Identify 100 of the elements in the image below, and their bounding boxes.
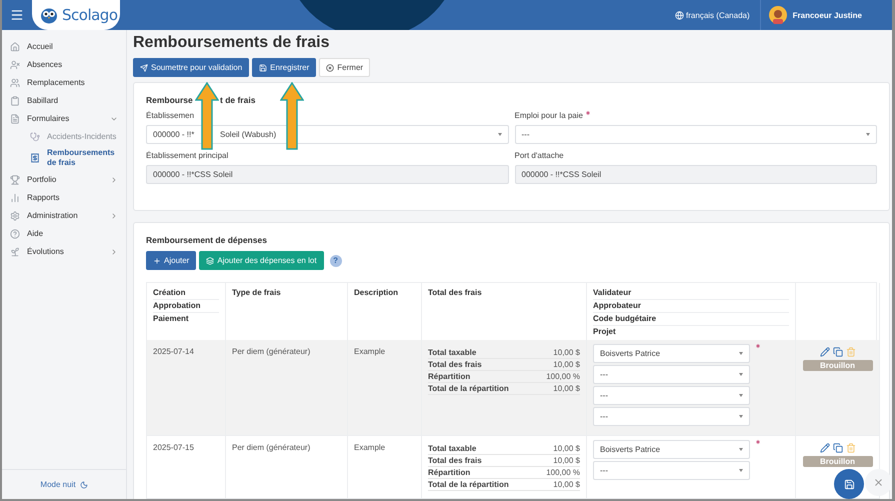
save-icon (844, 478, 854, 490)
user-menu[interactable]: Francoeur Justine (760, 6, 892, 24)
home-icon (10, 42, 20, 52)
field-value: Soleil (Wabush) (220, 130, 276, 139)
total-value: 10,00 $ (553, 360, 580, 369)
field-label: Emploi pour la paie (514, 111, 583, 120)
section-title: Rembourse (146, 95, 193, 105)
column-header: Total des frais (428, 287, 483, 299)
table-cell: Per diem (générateur) (232, 347, 310, 356)
copy-icon[interactable] (832, 347, 842, 357)
column-header: Code budgétaire (593, 313, 789, 326)
toolbar-button[interactable]: Soumettre pour validation (133, 58, 250, 77)
toolbar-button[interactable]: Fermer (319, 58, 370, 77)
chevron-right-icon (110, 212, 118, 220)
settings-icon (10, 211, 20, 221)
up-arrow-icon (280, 82, 304, 150)
user-icon (10, 60, 20, 70)
sidebar-item[interactable]: Remplacements (2, 74, 126, 92)
save-icon (259, 64, 268, 72)
sidebar-item[interactable]: Babillard (2, 92, 126, 110)
status-badge: Brouillon (802, 360, 872, 371)
page-title: Remboursements de frais (133, 34, 331, 52)
total-label: Total taxable (428, 444, 476, 453)
receipt-icon (30, 153, 40, 163)
up-arrow-icon (195, 82, 219, 150)
select-field[interactable]: --- (593, 461, 750, 480)
document-icon (10, 114, 20, 124)
sidebar-item[interactable]: Évolutions (2, 243, 126, 261)
total-value: 100,00 % (546, 372, 580, 381)
table-cell: 2025-07-15 (153, 443, 194, 452)
toolbar-button[interactable]: Enregistrer (252, 58, 316, 77)
chevron-down-icon (110, 115, 118, 123)
readonly-field: 000000 - !!*CSS Soleil (514, 165, 877, 184)
close-icon (326, 64, 334, 72)
total-value: 10,00 $ (553, 480, 580, 489)
users-icon (10, 78, 20, 88)
chevron-right-icon (110, 248, 118, 256)
chart-icon (10, 193, 20, 203)
chevron-right-icon (110, 176, 118, 184)
sidebar-item[interactable]: Rapports (2, 189, 126, 207)
total-value: 10,00 $ (553, 456, 580, 465)
total-value: 10,00 $ (553, 348, 580, 357)
copy-icon[interactable] (832, 443, 842, 453)
table-cell: 2025-07-14 (153, 347, 194, 356)
sidebar-item[interactable]: Aide (2, 225, 126, 243)
select-field[interactable]: --- (593, 407, 750, 426)
plus-icon (153, 256, 161, 264)
edit-icon[interactable] (820, 347, 830, 357)
table-cell: Example (354, 443, 386, 452)
add-button[interactable]: Ajouter (146, 251, 196, 270)
stethoscope-icon (30, 132, 40, 142)
language-selector[interactable]: français (Canada) (665, 0, 761, 30)
select-field[interactable]: 000000 - !!* Soleil (Wabush) (146, 125, 508, 144)
total-value: 100,00 % (546, 468, 580, 477)
moon-icon (80, 480, 88, 488)
brand-name: Scolago (62, 6, 118, 24)
table-cell: Per diem (générateur) (232, 443, 310, 452)
select-field[interactable]: Boisverts Patrice (593, 344, 750, 363)
column-header: Type de frais (232, 287, 282, 299)
clipboard-icon (10, 96, 20, 106)
select-field[interactable]: --- (593, 365, 750, 384)
column-header: Description (354, 287, 400, 299)
total-label: Total de la répartition (428, 384, 509, 393)
column-header: Validateur (593, 287, 789, 300)
edit-icon[interactable] (820, 443, 830, 453)
column-header: Création (153, 287, 219, 300)
total-label: Total de la répartition (428, 480, 509, 489)
total-label: Répartition (428, 468, 470, 477)
sidebar-item[interactable]: Administration (2, 207, 126, 225)
status-badge: Brouillon (802, 456, 872, 467)
column-header: Approbateur (593, 300, 789, 313)
section-title: t de frais (220, 95, 256, 105)
sidebar-subitem[interactable]: Remboursements de frais (2, 145, 126, 171)
field-label: Établissemen (146, 111, 194, 120)
total-value: 10,00 $ (553, 384, 580, 393)
column-header: Projet (593, 326, 617, 338)
total-label: Total taxable (428, 348, 476, 357)
avatar-icon (768, 6, 787, 24)
section-title: Remboursement de dépenses (146, 235, 268, 245)
sidebar-item[interactable]: Accueil (2, 38, 126, 56)
table-cell: Example (354, 347, 386, 356)
owl-icon (40, 6, 58, 24)
night-mode-toggle[interactable]: Mode nuit (2, 469, 126, 499)
help-icon (10, 229, 20, 239)
select-field[interactable]: Boisverts Patrice (593, 440, 750, 459)
sidebar-item[interactable]: Absences (2, 56, 126, 74)
total-value: 10,00 $ (553, 444, 580, 453)
column-header: Paiement (153, 313, 190, 325)
trophy-icon (10, 175, 20, 185)
send-icon (140, 64, 148, 72)
sidebar-item[interactable]: Portfolio (2, 171, 126, 189)
total-label: Total des frais (428, 360, 482, 369)
readonly-field: 000000 - !!*CSS Soleil (146, 165, 508, 184)
total-label: Total des frais (428, 456, 482, 465)
menu-icon (10, 8, 24, 22)
sidebar-item[interactable]: Formulaires (2, 110, 126, 128)
close-icon (873, 477, 884, 488)
select-field[interactable]: --- (514, 125, 877, 144)
field-value: 000000 - !!* (153, 130, 194, 139)
select-field[interactable]: --- (593, 386, 750, 405)
